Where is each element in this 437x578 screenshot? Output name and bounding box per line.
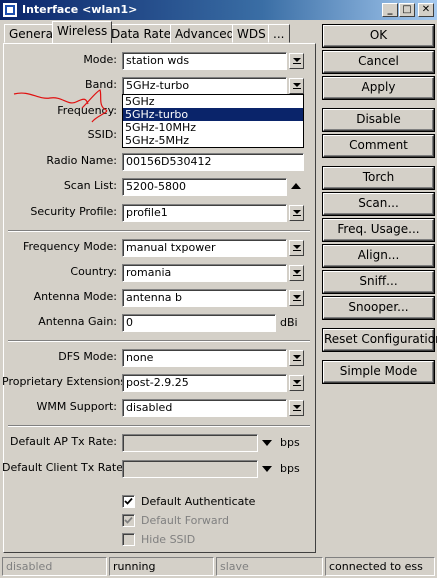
antenna-mode-select[interactable]: antenna b <box>122 289 287 307</box>
separator <box>8 230 310 232</box>
antenna-mode-label: Antenna Mode: <box>33 290 117 303</box>
default-client-tx-rate-chevron-down-icon[interactable] <box>262 466 272 472</box>
close-button[interactable]: ✕ <box>418 3 434 17</box>
band-dropdown-list: 5GHz 5GHz-turbo 5GHz-10MHz 5GHz-5MHz <box>122 94 304 148</box>
country-dropdown-button[interactable] <box>289 265 304 281</box>
frequency-mode-label: Frequency Mode: <box>23 240 117 253</box>
chevron-down-icon <box>292 380 301 384</box>
default-forward-label: Default Forward <box>141 514 229 527</box>
torch-button[interactable]: Torch <box>323 167 434 189</box>
wmm-support-label: WMM Support: <box>36 400 117 413</box>
default-ap-tx-rate-input[interactable] <box>122 434 258 452</box>
align-button[interactable]: Align... <box>323 245 434 267</box>
band-option-5ghz[interactable]: 5GHz <box>123 95 303 108</box>
scan-list-input[interactable]: 5200-5800 <box>122 178 287 196</box>
chevron-down-icon <box>292 210 301 214</box>
comment-button[interactable]: Comment <box>323 135 434 157</box>
country-select[interactable]: romania <box>122 264 287 282</box>
tab-advanced[interactable]: Advanced <box>170 24 240 43</box>
checkmark-icon <box>124 497 133 505</box>
window-title: Interface <wlan1> <box>22 3 138 16</box>
default-ap-tx-rate-chevron-down-icon[interactable] <box>262 440 272 446</box>
antenna-gain-input[interactable]: 0 <box>122 314 276 332</box>
proprietary-extensions-label: Proprietary Extensions: <box>2 375 130 388</box>
app-icon <box>3 3 17 17</box>
dfs-mode-label: DFS Mode: <box>58 350 117 363</box>
default-authenticate-label: Default Authenticate <box>141 495 256 508</box>
ssid-label: SSID: <box>87 128 117 141</box>
proprietary-extensions-dropdown-button[interactable] <box>289 375 304 391</box>
separator <box>8 425 310 427</box>
chevron-down-icon <box>292 83 301 87</box>
hide-ssid-checkbox[interactable] <box>122 533 135 546</box>
scan-list-label: Scan List: <box>63 179 117 192</box>
separator <box>8 340 310 342</box>
chevron-down-icon <box>292 295 301 299</box>
proprietary-extensions-select[interactable]: post-2.9.25 <box>122 374 287 392</box>
default-authenticate-checkbox[interactable] <box>122 495 135 508</box>
minimize-button[interactable]: _ <box>382 3 398 17</box>
ok-button[interactable]: OK <box>323 25 434 47</box>
mode-label: Mode: <box>83 53 117 66</box>
simple-mode-button[interactable]: Simple Mode <box>323 361 434 383</box>
default-client-tx-rate-label: Default Client Tx Rate: <box>2 461 127 474</box>
chevron-down-icon <box>292 355 301 359</box>
apply-button[interactable]: Apply <box>323 77 434 99</box>
default-client-tx-rate-input[interactable] <box>122 460 258 478</box>
chevron-down-icon <box>292 270 301 274</box>
default-forward-checkbox[interactable] <box>122 514 135 527</box>
tab-wds[interactable]: WDS <box>232 24 271 43</box>
chevron-down-icon <box>292 58 301 62</box>
security-profile-dropdown-button[interactable] <box>289 205 304 221</box>
band-option-5ghz-turbo[interactable]: 5GHz-turbo <box>123 108 303 121</box>
remove-up-icon[interactable] <box>291 183 301 189</box>
reset-configuration-button[interactable]: Reset Configuration <box>323 329 437 351</box>
checkmark-icon <box>124 516 133 524</box>
radio-name-input[interactable]: 00156D530412 <box>122 153 304 171</box>
tab-more[interactable]: ... <box>268 24 290 43</box>
mode-dropdown-button[interactable] <box>289 53 304 69</box>
sniff-button[interactable]: Sniff... <box>323 271 434 293</box>
title-bar[interactable]: Interface <wlan1> _ □ ✕ <box>0 0 437 20</box>
chevron-down-icon <box>292 405 301 409</box>
red-annotation-scribble <box>13 89 108 123</box>
radio-name-label: Radio Name: <box>46 154 117 167</box>
antenna-gain-unit: dBi <box>280 316 298 329</box>
status-enabled: disabled <box>2 557 107 576</box>
band-dropdown-button[interactable] <box>289 78 304 94</box>
country-label: Country: <box>70 265 117 278</box>
default-ap-tx-rate-label: Default AP Tx Rate: <box>10 435 117 448</box>
scan-button[interactable]: Scan... <box>323 193 434 215</box>
security-profile-select[interactable]: profile1 <box>122 204 287 222</box>
maximize-button[interactable]: □ <box>399 3 415 17</box>
frequency-mode-dropdown-button[interactable] <box>289 240 304 256</box>
antenna-mode-dropdown-button[interactable] <box>289 290 304 306</box>
frequency-mode-select[interactable]: manual txpower <box>122 239 287 257</box>
chevron-down-icon <box>292 245 301 249</box>
band-select[interactable]: 5GHz-turbo <box>122 77 287 95</box>
security-profile-label: Security Profile: <box>30 205 117 218</box>
status-running: running <box>109 557 214 576</box>
status-slave: slave <box>216 557 323 576</box>
wmm-support-select[interactable]: disabled <box>122 399 287 417</box>
band-option-5ghz-5mhz[interactable]: 5GHz-5MHz <box>123 134 303 147</box>
cancel-button[interactable]: Cancel <box>323 51 434 73</box>
freq-usage-button[interactable]: Freq. Usage... <box>323 219 434 241</box>
disable-button[interactable]: Disable <box>323 109 434 131</box>
snooper-button[interactable]: Snooper... <box>323 297 434 319</box>
hide-ssid-label: Hide SSID <box>141 533 196 546</box>
default-client-tx-rate-unit: bps <box>280 462 300 475</box>
mode-select[interactable]: station wds <box>122 52 287 70</box>
wmm-support-dropdown-button[interactable] <box>289 400 304 416</box>
status-connection: connected to ess <box>325 557 435 576</box>
default-ap-tx-rate-unit: bps <box>280 436 300 449</box>
tab-wireless[interactable]: Wireless <box>52 21 113 43</box>
dfs-mode-dropdown-button[interactable] <box>289 350 304 366</box>
antenna-gain-label: Antenna Gain: <box>38 315 117 328</box>
band-option-5ghz-10mhz[interactable]: 5GHz-10MHz <box>123 121 303 134</box>
dfs-mode-select[interactable]: none <box>122 349 287 367</box>
